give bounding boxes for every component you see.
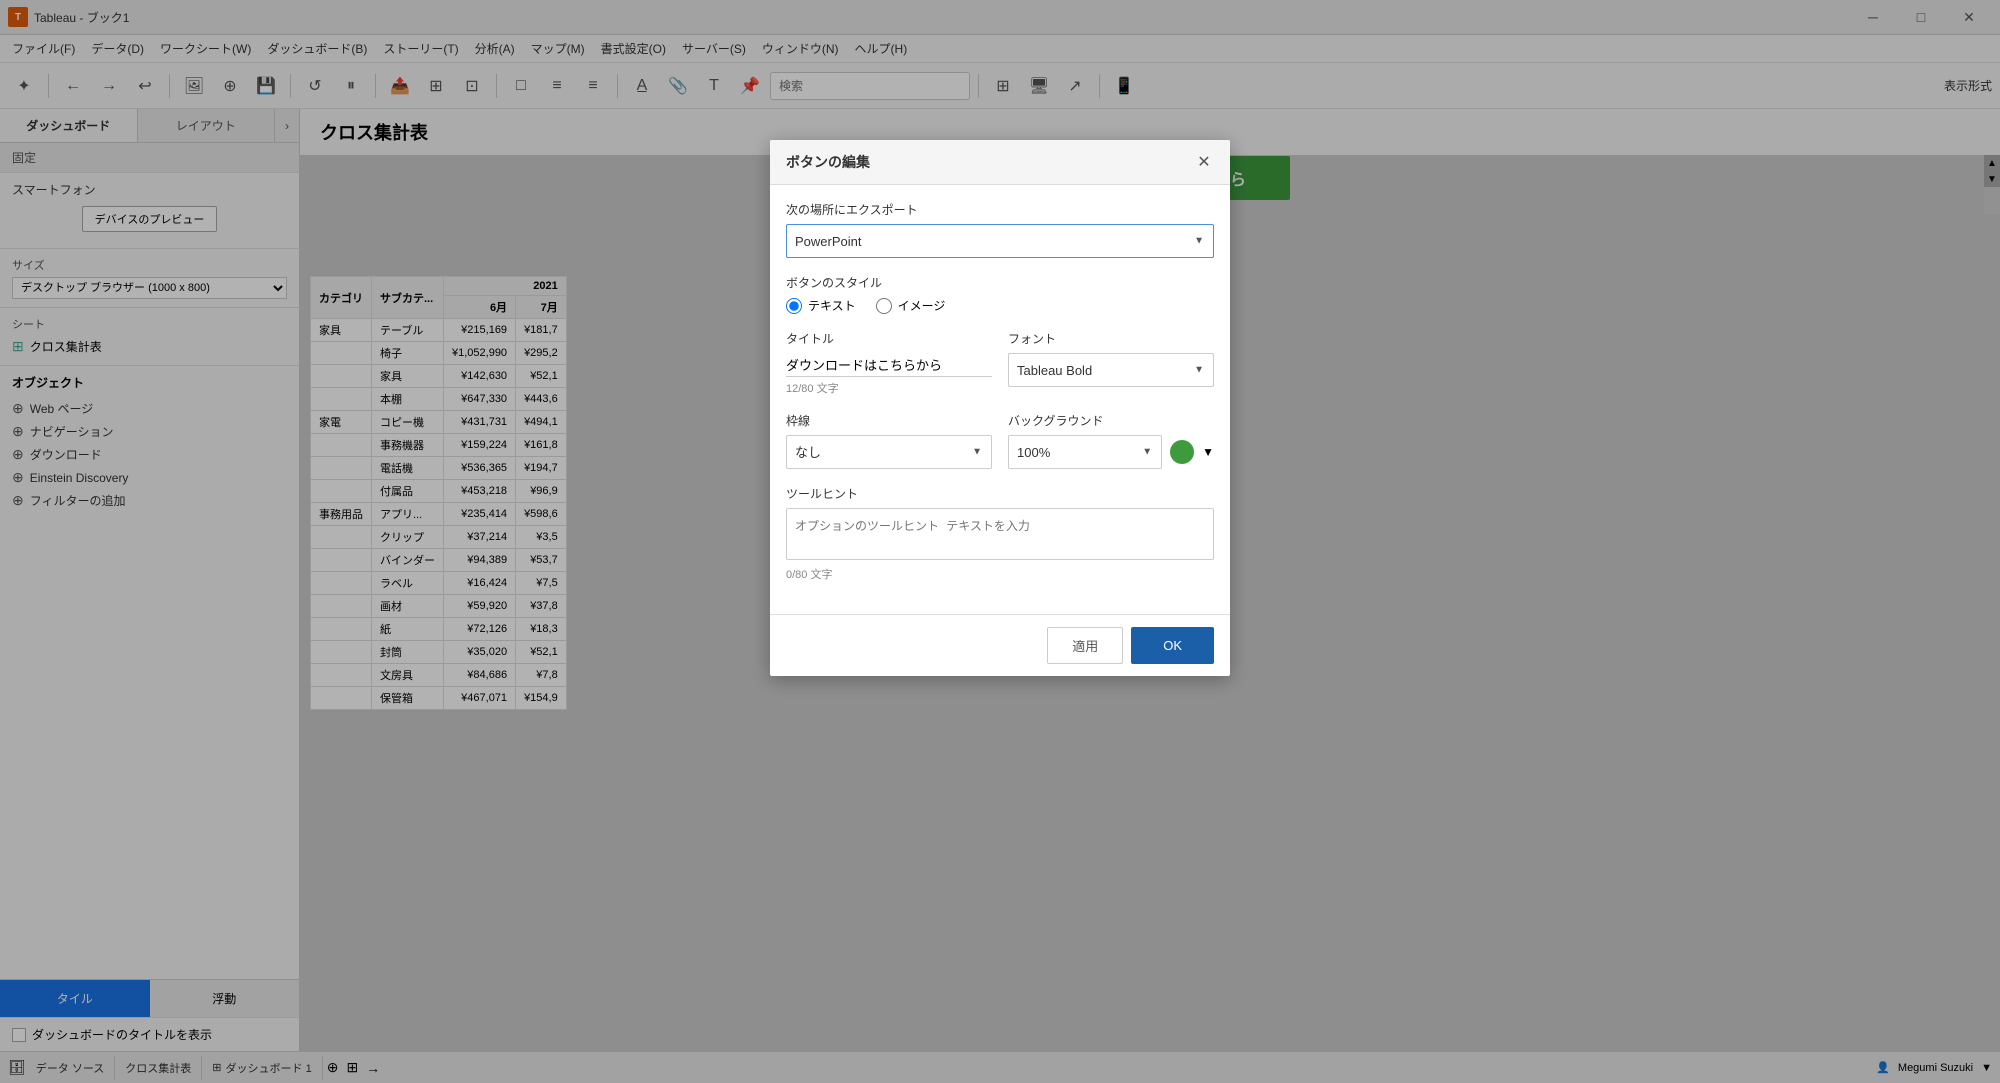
title-font-row: タイトル 12/80 文字 フォント Tableau Bold [786, 330, 1214, 396]
export-select-wrapper: PowerPoint PDF Image [786, 224, 1214, 258]
modal-title: ボタンの編集 [786, 152, 870, 172]
tooltip-section: ツールヒント 0/80 文字 [786, 485, 1214, 582]
edit-button-modal: ボタンの編集 ✕ 次の場所にエクスポート PowerPoint PDF Imag… [770, 140, 1230, 676]
bg-label: バックグラウンド [1008, 412, 1214, 429]
apply-button[interactable]: 適用 [1047, 627, 1123, 664]
title-label: タイトル [786, 330, 992, 347]
style-image-label: イメージ [898, 297, 946, 314]
style-text-radio[interactable] [786, 298, 802, 314]
modal-close-button[interactable]: ✕ [1194, 152, 1214, 172]
bg-value-row: 100% ▼ [1008, 435, 1214, 469]
modal-overlay: ボタンの編集 ✕ 次の場所にエクスポート PowerPoint PDF Imag… [0, 0, 2000, 1083]
export-label: 次の場所にエクスポート [786, 201, 1214, 218]
font-select-wrapper: Tableau Bold [1008, 353, 1214, 387]
bg-dropdown-icon[interactable]: ▼ [1202, 445, 1214, 459]
border-select[interactable]: なし [786, 435, 992, 469]
tooltip-input[interactable] [786, 508, 1214, 560]
tooltip-char-count: 0/80 文字 [786, 566, 1214, 582]
font-select[interactable]: Tableau Bold [1008, 353, 1214, 387]
title-input[interactable] [786, 353, 992, 377]
font-label: フォント [1008, 330, 1214, 347]
border-label: 枠線 [786, 412, 992, 429]
export-section: 次の場所にエクスポート PowerPoint PDF Image [786, 201, 1214, 258]
button-style-radio-group: テキスト イメージ [786, 297, 1214, 314]
modal-body: 次の場所にエクスポート PowerPoint PDF Image ボタンのスタイ… [770, 185, 1230, 614]
title-col: タイトル 12/80 文字 [786, 330, 992, 396]
style-text-label: テキスト [808, 297, 856, 314]
border-select-wrapper: なし [786, 435, 992, 469]
export-select[interactable]: PowerPoint PDF Image [786, 224, 1214, 258]
modal-footer: 適用 OK [770, 614, 1230, 676]
style-text-option[interactable]: テキスト [786, 297, 856, 314]
button-style-label: ボタンのスタイル [786, 274, 1214, 291]
style-image-radio[interactable] [876, 298, 892, 314]
modal-header: ボタンの編集 ✕ [770, 140, 1230, 185]
bg-select-wrapper: 100% [1008, 435, 1162, 469]
font-col: フォント Tableau Bold [1008, 330, 1214, 396]
tooltip-label: ツールヒント [786, 485, 1214, 502]
style-image-option[interactable]: イメージ [876, 297, 946, 314]
ok-button[interactable]: OK [1131, 627, 1214, 664]
border-col: 枠線 なし [786, 412, 992, 469]
bg-col: バックグラウンド 100% ▼ [1008, 412, 1214, 469]
bg-select[interactable]: 100% [1008, 435, 1162, 469]
bg-color-circle[interactable] [1170, 440, 1194, 464]
title-char-count: 12/80 文字 [786, 380, 992, 396]
border-bg-row: 枠線 なし バックグラウンド 100% [786, 412, 1214, 469]
button-style-section: ボタンのスタイル テキスト イメージ [786, 274, 1214, 314]
